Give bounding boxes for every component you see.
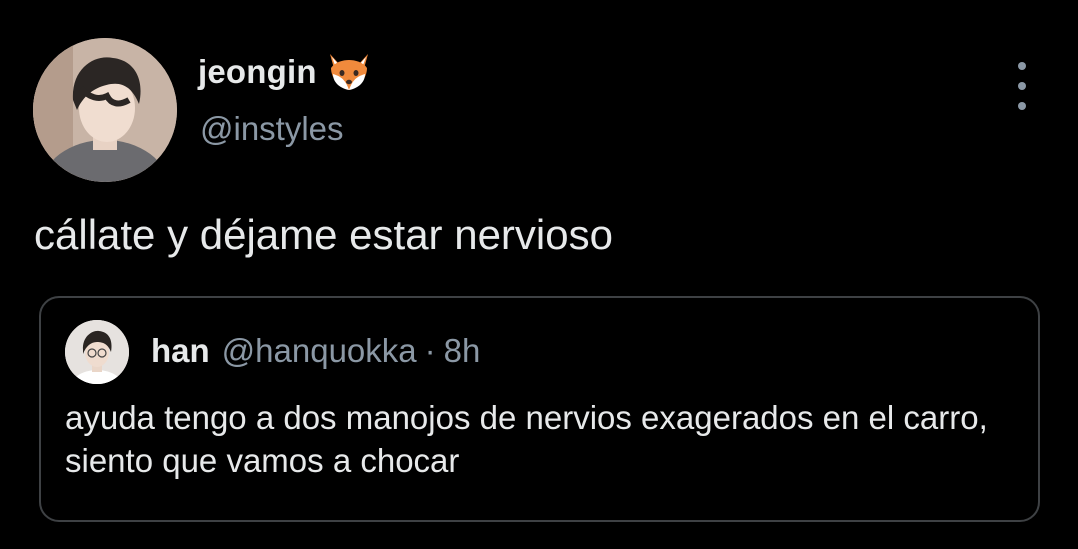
quoted-tweet-timestamp[interactable]: 8h: [444, 332, 481, 370]
quoted-author-avatar[interactable]: [65, 320, 129, 384]
more-vertical-icon: [1018, 62, 1026, 70]
fox-face-icon: [327, 52, 371, 92]
quoted-author-handle[interactable]: @hanquokka: [222, 332, 417, 370]
quoted-tweet-text: ayuda tengo a dos manojos de nervios exa…: [65, 399, 988, 479]
quoted-author-display-name[interactable]: han: [151, 332, 210, 370]
more-options-button[interactable]: [1006, 62, 1038, 110]
quoted-tweet-header: han @hanquokka · 8h: [151, 332, 480, 370]
header-separator: ·: [424, 332, 436, 369]
more-vertical-icon-dot: [1018, 102, 1026, 110]
more-vertical-icon-dot: [1018, 82, 1026, 90]
author-name-row: jeongin: [198, 50, 371, 94]
quoted-tweet-card[interactable]: han @hanquokka · 8h ayuda tengo a dos ma…: [39, 296, 1040, 522]
author-avatar[interactable]: [33, 38, 177, 182]
author-handle[interactable]: @instyles: [200, 110, 344, 148]
tweet[interactable]: jeongin @instyles cállate y déjame estar…: [0, 0, 1078, 549]
author-display-name[interactable]: jeongin: [198, 53, 317, 91]
tweet-text: cállate y déjame estar nervioso: [34, 211, 613, 258]
